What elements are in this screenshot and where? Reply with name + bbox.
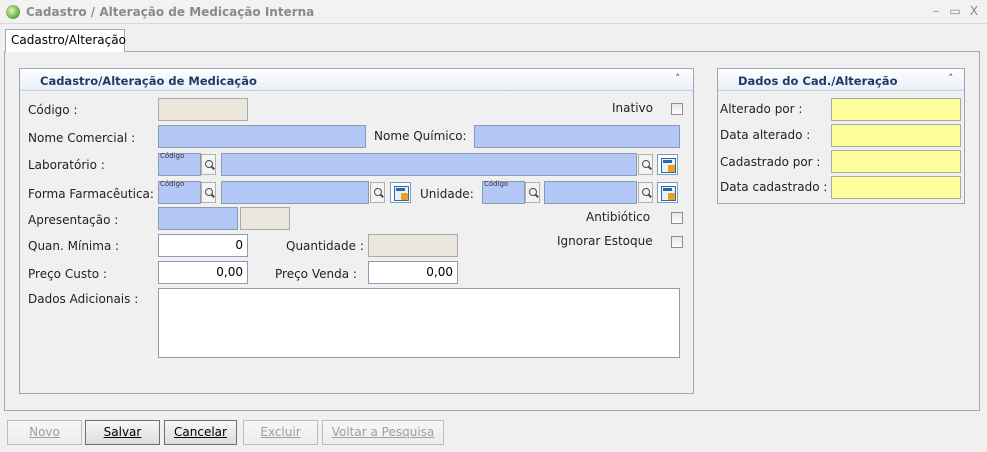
unidade-name-field[interactable]	[544, 181, 637, 204]
data-alterado-label: Data alterado :	[720, 128, 811, 142]
preco-venda-field[interactable]: 0,00	[368, 261, 458, 284]
preco-custo-label: Preço Custo :	[28, 267, 107, 281]
antibiotico-label: Antibiótico	[586, 210, 651, 224]
data-alterado-field	[831, 124, 961, 147]
dados-adicionais-label: Dados Adicionais :	[28, 292, 139, 306]
unidade-lookup-icon[interactable]	[638, 182, 653, 203]
audit-panel-title: Dados do Cad./Alteração	[738, 74, 898, 88]
novo-button[interactable]: Novo	[7, 420, 82, 445]
preco-custo-field[interactable]: 0,00	[158, 261, 248, 284]
collapse-icon[interactable]: ˄	[948, 72, 954, 85]
nome-quimico-label: Nome Químico:	[374, 129, 467, 143]
data-cadastrado-label: Data cadastrado :	[720, 180, 828, 194]
forma-name-field[interactable]	[221, 181, 369, 204]
audit-panel-header: Dados do Cad./Alteração ˄	[718, 69, 964, 91]
minimize-button[interactable]: –	[929, 4, 943, 18]
cancelar-button[interactable]: Cancelar	[164, 420, 237, 445]
excluir-button[interactable]: Excluir	[243, 420, 318, 445]
forma-register-icon[interactable]	[390, 182, 411, 203]
laboratorio-register-icon[interactable]	[657, 154, 678, 175]
unidade-register-icon[interactable]	[657, 182, 678, 203]
laboratorio-code-hint: Código	[160, 152, 185, 160]
forma-lookup-icon[interactable]	[370, 182, 385, 203]
apresentacao-aux-field	[240, 207, 290, 230]
laboratorio-label: Laboratório :	[28, 158, 105, 172]
antibiotico-checkbox[interactable]	[671, 212, 683, 224]
unidade-code-field[interactable]: Código	[482, 180, 525, 204]
codigo-field	[158, 98, 248, 121]
forma-code-field[interactable]: Código	[158, 180, 201, 204]
quantidade-field	[368, 234, 458, 257]
apresentacao-label: Apresentação :	[28, 213, 119, 227]
tab-cadastro-alteracao[interactable]: Cadastro/Alteração	[5, 29, 126, 52]
tab-pane: Cadastro/Alteração de Medicação ˄ Código…	[4, 51, 980, 411]
maximize-button[interactable]: ▭	[948, 4, 962, 18]
cadastrado-por-label: Cadastrado por :	[720, 155, 821, 169]
alterado-por-label: Alterado por :	[720, 102, 803, 116]
collapse-icon[interactable]: ˄	[675, 72, 681, 85]
close-button[interactable]: X	[967, 4, 981, 18]
unidade-label: Unidade:	[420, 187, 474, 201]
forma-farmaceutica-label: Forma Farmacêutica:	[28, 187, 154, 201]
ignorar-estoque-checkbox[interactable]	[671, 236, 683, 248]
window-title: Cadastro / Alteração de Medicação Intern…	[26, 5, 315, 19]
medication-panel-header: Cadastro/Alteração de Medicação ˄	[20, 69, 693, 91]
quan-minima-field[interactable]: 0	[158, 234, 248, 257]
laboratorio-name-field[interactable]	[221, 153, 637, 176]
quantidade-label: Quantidade :	[286, 239, 364, 253]
unidade-search-icon[interactable]	[525, 182, 540, 203]
nome-quimico-field[interactable]	[474, 125, 680, 148]
inativo-label: Inativo	[612, 101, 653, 115]
medication-panel: Cadastro/Alteração de Medicação ˄ Código…	[19, 68, 694, 394]
inativo-checkbox[interactable]	[671, 103, 683, 115]
nome-comercial-field[interactable]	[158, 125, 366, 148]
title-bar: Cadastro / Alteração de Medicação Intern…	[0, 0, 987, 24]
apresentacao-field[interactable]	[158, 207, 238, 230]
nome-comercial-label: Nome Comercial :	[28, 131, 136, 145]
salvar-button[interactable]: Salvar	[85, 420, 160, 445]
cadastrado-por-field	[831, 150, 961, 173]
audit-panel: Dados do Cad./Alteração ˄ Alterado por :…	[717, 68, 965, 204]
voltar-pesquisa-button[interactable]: Voltar a Pesquisa	[322, 420, 444, 445]
preco-venda-label: Preço Venda :	[275, 267, 357, 281]
unidade-code-hint: Código	[484, 180, 509, 188]
forma-code-hint: Código	[160, 180, 185, 188]
app-icon	[6, 5, 20, 19]
forma-search-icon[interactable]	[201, 182, 216, 203]
dados-adicionais-textarea[interactable]	[158, 288, 680, 358]
data-cadastrado-field	[831, 176, 961, 199]
quan-minima-label: Quan. Mínima :	[28, 239, 120, 253]
laboratorio-search-icon[interactable]	[201, 154, 216, 175]
laboratorio-code-field[interactable]: Código	[158, 152, 201, 176]
codigo-label: Código :	[28, 103, 78, 117]
alterado-por-field	[831, 98, 961, 121]
medication-panel-title: Cadastro/Alteração de Medicação	[40, 74, 257, 88]
ignorar-estoque-label: Ignorar Estoque	[557, 234, 653, 248]
laboratorio-lookup-icon[interactable]	[638, 154, 653, 175]
